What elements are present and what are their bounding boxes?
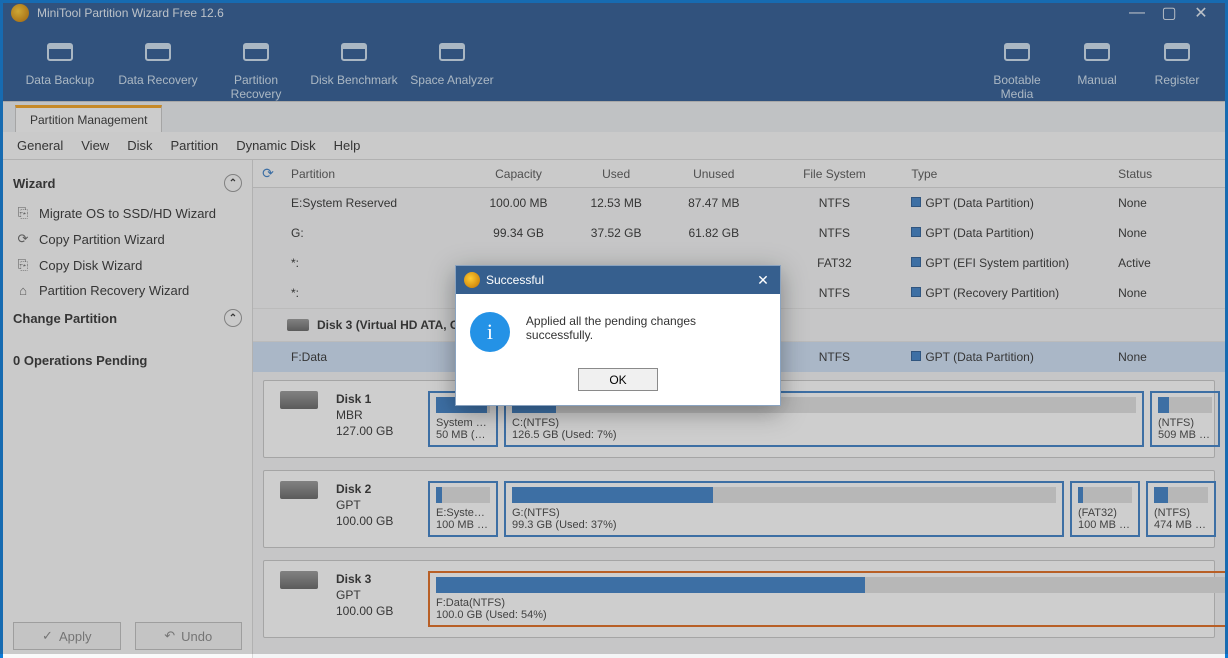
app-icon — [464, 272, 480, 288]
dialog-message: Applied all the pending changes successf… — [526, 312, 766, 342]
ok-button[interactable]: OK — [578, 368, 658, 391]
info-icon: i — [470, 312, 510, 352]
close-icon[interactable]: ✕ — [754, 272, 772, 289]
success-dialog: Successful ✕ i Applied all the pending c… — [455, 265, 781, 406]
dialog-title: Successful — [486, 273, 544, 287]
dialog-titlebar: Successful ✕ — [456, 266, 780, 294]
